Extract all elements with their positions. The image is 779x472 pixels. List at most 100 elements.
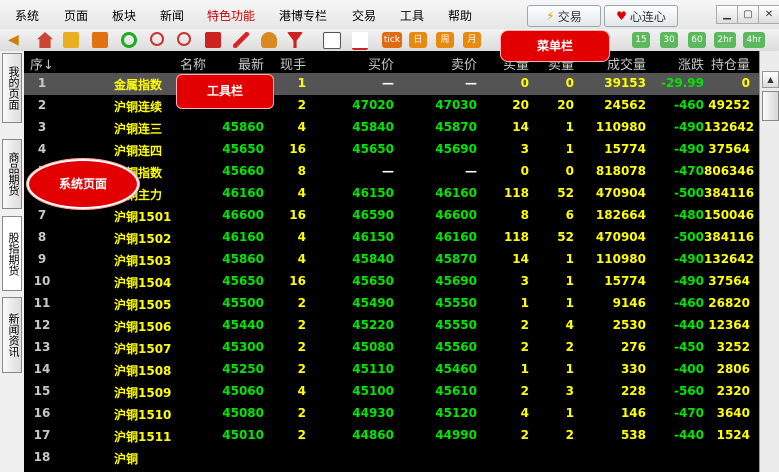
cell-vol: 16 (289, 208, 306, 222)
header-name[interactable]: 名称 (134, 54, 206, 73)
cell-oi: 3252 (716, 340, 750, 354)
cell-tot: 2530 (612, 318, 646, 332)
period-week-button[interactable]: 周 (436, 32, 454, 48)
film-icon[interactable] (92, 32, 108, 48)
scroll-up-arrow[interactable]: ▲ (762, 71, 779, 88)
header-no[interactable]: 序↓ (24, 54, 60, 73)
window-icon[interactable] (205, 32, 221, 48)
table-row[interactable]: 16 沪铜1510 45080 2 44930 45120 4 1 146 -470 3640 (24, 403, 759, 425)
header-bid[interactable]: 买价 (314, 54, 394, 73)
cell-chg: -440 (673, 428, 704, 442)
cell-oi: 0 (741, 76, 750, 90)
zoom-in-icon[interactable] (150, 32, 164, 46)
table-row[interactable]: 10 沪铜1504 45650 16 45650 45690 3 1 15774 -490 3756… (24, 271, 759, 293)
period-day-button[interactable]: 日 (409, 32, 427, 48)
trade-button[interactable]: ⚡ 交易 (527, 5, 601, 27)
cell-no: 12 (33, 318, 51, 332)
cell-bq: 4 (520, 406, 529, 420)
cell-last: 45060 (222, 384, 264, 398)
cell-chg: -460 (673, 98, 704, 112)
tab-news[interactable]: 新闻资讯 (2, 297, 22, 373)
table-row[interactable]: 8 沪铜1502 46160 4 46150 46160 118 52 470904 -500 38… (24, 227, 759, 249)
cell-last: 45080 (222, 406, 264, 420)
table-row[interactable]: 7 沪铜1501 46600 16 46590 46600 8 6 182664 -480 1500… (24, 205, 759, 227)
table-view-icon[interactable] (323, 32, 341, 49)
header-change[interactable]: 涨跌 (646, 54, 704, 73)
cell-last: 45440 (222, 318, 264, 332)
table-row[interactable]: 13 沪铜1507 45300 2 45080 45560 2 2 276 -450 3252 (24, 337, 759, 359)
trade-button-label: 交易 (557, 9, 582, 24)
table-row[interactable]: 1金属指数470731——0039153-29.990 (24, 73, 759, 95)
zoom-out-icon[interactable] (177, 32, 191, 46)
home-icon[interactable] (37, 32, 53, 48)
period-month-button[interactable]: 月 (463, 32, 481, 48)
period-15-button[interactable]: 15 (632, 32, 650, 48)
cell-chg: -490 (673, 120, 704, 134)
cell-bid: — (382, 76, 394, 90)
table-row[interactable]: 18 沪铜 (24, 447, 759, 469)
book-icon[interactable] (63, 32, 79, 48)
menu-help[interactable]: 帮助 (448, 7, 472, 24)
cell-last: 46160 (222, 186, 264, 200)
period-30-button[interactable]: 30 (660, 32, 678, 48)
header-open-interest[interactable]: 持仓量 (704, 54, 750, 73)
cell-oi: 12364 (708, 318, 750, 332)
table-row[interactable]: 14 沪铜1508 45250 2 45110 45460 1 1 330 -400 2806 (24, 359, 759, 381)
table-row[interactable]: 4 沪铜连四 45650 16 45650 45690 3 1 15774 -490 37564 (24, 139, 759, 161)
filter-icon[interactable] (287, 32, 303, 48)
menu-special[interactable]: 特色功能 (207, 7, 255, 24)
cell-aq: 1 (565, 142, 574, 156)
menu-tools[interactable]: 工具 (400, 7, 424, 24)
header-volume[interactable]: 现手 (264, 54, 306, 73)
table-row[interactable]: 9 沪铜1503 45860 4 45840 45870 14 1 110980 -490 1326… (24, 249, 759, 271)
cell-bq: 0 (520, 164, 529, 178)
close-button[interactable]: ✕ (758, 5, 779, 24)
bell-icon[interactable] (261, 32, 277, 48)
cell-oi: 150046 (704, 208, 755, 222)
tab-index-futures[interactable]: 股指期货 (2, 216, 22, 291)
cell-aq: 52 (557, 186, 574, 200)
period-60-button[interactable]: 60 (688, 32, 706, 48)
menu-column[interactable]: 港博专栏 (279, 7, 327, 24)
cell-last: 45860 (222, 120, 264, 134)
pen-icon[interactable] (233, 32, 249, 48)
tab-commodity-futures[interactable]: 商品期货 (2, 139, 22, 209)
cell-oi: 2320 (716, 384, 750, 398)
xinlian-button[interactable]: ♥ 心连心 (604, 5, 678, 27)
chart-icon[interactable] (352, 32, 368, 50)
scroll-thumb[interactable] (762, 91, 779, 121)
period-4hr-button[interactable]: 4hr (743, 32, 765, 48)
cell-no: 3 (37, 120, 47, 134)
menu-page[interactable]: 页面 (64, 7, 88, 24)
refresh-icon[interactable] (121, 32, 137, 48)
minimize-button[interactable]: ▁ (716, 5, 738, 24)
menu-news[interactable]: 新闻 (160, 7, 184, 24)
table-row[interactable]: 11 沪铜1505 45500 2 45490 45550 1 1 9146 -460 26820 (24, 293, 759, 315)
header-ask[interactable]: 卖价 (399, 54, 477, 73)
vertical-scrollbar[interactable]: ▲ (759, 51, 779, 472)
tab-my-page[interactable]: 我的页面 (2, 53, 22, 123)
menu-sector[interactable]: 板块 (112, 7, 136, 24)
back-icon[interactable]: ◀ (8, 32, 24, 48)
table-row[interactable]: 12 沪铜1506 45440 2 45220 45550 2 4 2530 -440 12364 (24, 315, 759, 337)
cell-name: 沪铜1505 (114, 298, 172, 312)
period-2hr-button[interactable]: 2hr (714, 32, 736, 48)
maximize-button[interactable]: ▢ (737, 5, 759, 24)
cell-tot: 9146 (612, 296, 646, 310)
menu-trade[interactable]: 交易 (352, 7, 376, 24)
table-row[interactable]: 3 沪铜连三 45860 4 45840 45870 14 1 110980 -490 132642 (24, 117, 759, 139)
table-row[interactable]: 15 沪铜1509 45060 4 45100 45610 2 3 228 -560 2320 (24, 381, 759, 403)
menu-system[interactable]: 系统 (15, 7, 39, 24)
cell-ask: 47030 (435, 98, 477, 112)
cell-bq: 1 (520, 296, 529, 310)
cell-oi: 26820 (708, 296, 750, 310)
cell-aq: 0 (565, 164, 574, 178)
cell-vol: 2 (297, 406, 306, 420)
toolbar: ◀ tick 日 周 月 15 30 60 2hr 4hr (0, 29, 779, 52)
header-last[interactable]: 最新 (204, 54, 264, 73)
cell-chg: -400 (673, 362, 704, 376)
table-row[interactable]: 17 沪铜1511 45010 2 44860 44990 2 2 538 -440 1524 (24, 425, 759, 447)
tick-button[interactable]: tick (382, 32, 402, 48)
cell-bid: 45650 (352, 274, 394, 288)
table-row[interactable]: 2沪铜连续4704024702047030202024562-46049252 (24, 95, 759, 117)
